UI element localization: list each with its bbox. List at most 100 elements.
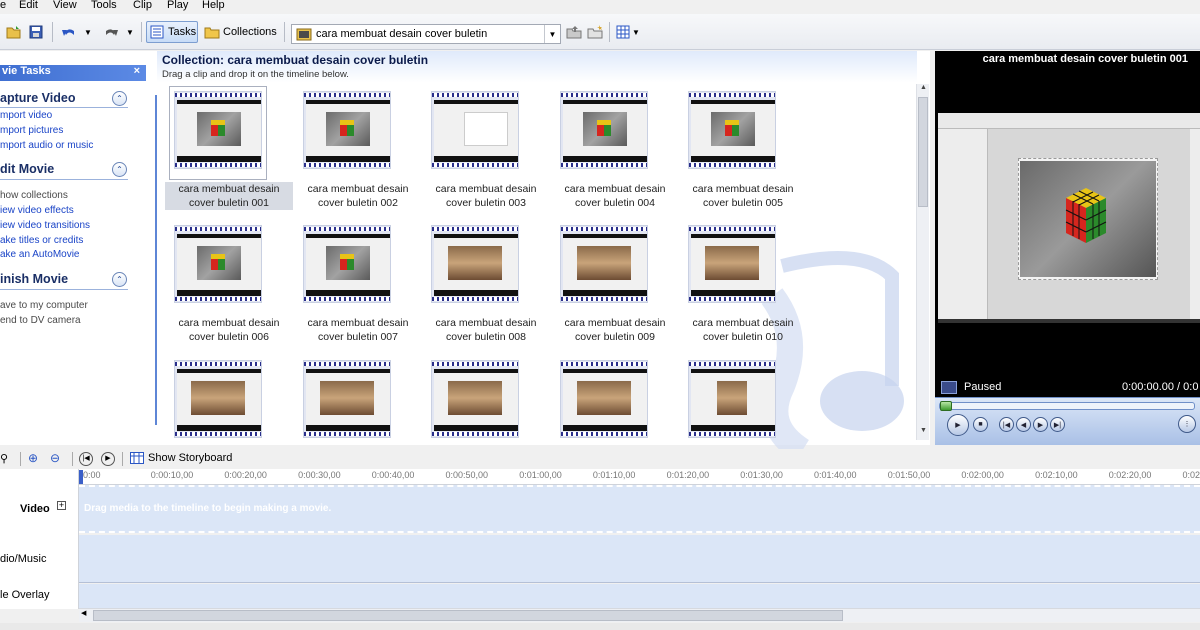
clip-thumbnail[interactable]	[169, 86, 267, 180]
link-view-transitions[interactable]: iew video transitions	[0, 220, 90, 231]
clip-caption[interactable]: cara membuat desain cover buletin 004	[551, 182, 679, 210]
clip-caption-line2: cover buletin 008	[446, 331, 526, 343]
seek-thumb[interactable]	[940, 401, 952, 411]
save-project-button[interactable]	[28, 22, 44, 42]
clip-thumbnail[interactable]	[686, 223, 778, 313]
clip-caption[interactable]: cara membuat desain cover buletin 008	[422, 316, 550, 344]
new-collection-folder-button[interactable]	[587, 22, 603, 42]
clip-caption[interactable]: cara membuat desain cover buletin 009	[551, 316, 679, 344]
clip-caption[interactable]: cara membuat desain cover buletin 002	[294, 182, 422, 210]
menu-file[interactable]: e	[0, 0, 6, 11]
clip-caption[interactable]: cara membuat desain cover buletin 010	[679, 316, 807, 344]
views-dropdown-icon[interactable]: ▼	[632, 28, 640, 37]
video-track[interactable]: Drag media to the timeline to begin maki…	[79, 485, 1200, 533]
play-timeline-icon[interactable]: ▶	[101, 452, 115, 466]
clip-thumbnail[interactable]	[429, 223, 521, 313]
clip-caption[interactable]: cara membuat desain cover buletin 006	[165, 316, 293, 344]
zoom-out-icon[interactable]: ⊖	[50, 451, 60, 465]
collections-folder-icon	[204, 27, 220, 39]
audio-music-track[interactable]	[79, 535, 1200, 583]
menu-help[interactable]: Help	[202, 0, 225, 11]
scroll-down-icon[interactable]: ▼	[917, 427, 930, 439]
up-one-level-button[interactable]	[566, 22, 582, 42]
collection-select[interactable]: cara membuat desain cover buletin ▼	[291, 24, 561, 44]
pin-icon[interactable]: ⚲	[0, 452, 8, 465]
clip-thumbnail[interactable]	[686, 89, 778, 179]
clip-caption[interactable]: cara membuat desain cover buletin 007	[294, 316, 422, 344]
redo-button[interactable]: ▼	[102, 22, 134, 42]
forward-button[interactable]: ▶	[1033, 417, 1048, 432]
link-send-to-dv[interactable]: end to DV camera	[0, 315, 81, 326]
redo-icon	[106, 29, 118, 36]
stop-button[interactable]: ■	[973, 417, 988, 432]
menu-view[interactable]: View	[53, 0, 77, 11]
menu-tools[interactable]: Tools	[91, 0, 117, 11]
previous-frame-button[interactable]: |◀	[999, 417, 1014, 432]
redo-dropdown-icon[interactable]: ▼	[126, 28, 134, 37]
clip-thumbnail[interactable]	[301, 223, 393, 313]
undo-dropdown-icon[interactable]: ▼	[84, 28, 92, 37]
clip-thumbnail[interactable]	[429, 89, 521, 179]
title-overlay-track[interactable]	[79, 584, 1200, 608]
link-make-titles[interactable]: ake titles or credits	[0, 235, 83, 246]
timeline-ruler[interactable]: 0:00 0:00:10,00 0:00:20,00 0:00:30,00 0:00:4…	[79, 469, 1200, 485]
playback-time: 0:00:00.00 / 0:0	[1122, 381, 1199, 393]
link-import-video[interactable]: mport video	[0, 110, 52, 121]
timeline-scrollbar[interactable]: ◀	[79, 608, 1200, 622]
play-button[interactable]: ▶	[947, 414, 969, 436]
collection-scrollbar[interactable]: ▲ ▼	[916, 84, 929, 440]
clip-thumbnail[interactable]	[558, 89, 650, 179]
clip-caption-line1: cara membuat desain	[435, 317, 537, 329]
scroll-thumb[interactable]	[918, 97, 928, 207]
link-import-audio[interactable]: mport audio or music	[0, 140, 93, 151]
collection-icon	[296, 28, 312, 41]
clip-thumbnail[interactable]	[172, 358, 264, 448]
clip-thumbnail[interactable]	[558, 358, 650, 448]
back-button[interactable]: ◀	[1016, 417, 1031, 432]
scroll-left-icon[interactable]: ◀	[81, 609, 86, 617]
split-clip-button[interactable]: ⋮	[1178, 415, 1196, 433]
menu-edit[interactable]: Edit	[19, 0, 38, 11]
link-import-pictures[interactable]: mport pictures	[0, 125, 63, 136]
clip-caption[interactable]: cara membuat desain cover buletin 005	[679, 182, 807, 210]
clip-thumbnail[interactable]	[558, 223, 650, 313]
undo-button[interactable]: ▼	[60, 22, 92, 42]
scroll-up-icon[interactable]: ▲	[917, 84, 930, 96]
collections-button[interactable]: Collections	[204, 22, 277, 42]
ruler-tick-label: 0:02:20,00	[1108, 470, 1152, 480]
ruler-tick-label: 0:00:40,00	[371, 470, 415, 480]
clip-caption[interactable]: cara membuat desain cover buletin 001	[165, 182, 293, 210]
link-show-collections[interactable]: how collections	[0, 190, 68, 201]
collapse-edit-icon[interactable]: ⌃	[112, 162, 127, 177]
rewind-timeline-icon[interactable]: |◀	[79, 452, 93, 466]
collapse-capture-icon[interactable]: ⌃	[112, 91, 127, 106]
section-edit-movie[interactable]: dit Movie	[0, 162, 54, 176]
playhead-marker[interactable]	[79, 470, 83, 484]
next-frame-button[interactable]: ▶|	[1050, 417, 1065, 432]
zoom-in-icon[interactable]: ⊕	[28, 451, 38, 465]
ruler-tick-label: 0:02:00,00	[961, 470, 1004, 480]
expand-video-track-icon[interactable]: +	[57, 501, 66, 510]
link-save-to-computer[interactable]: ave to my computer	[0, 300, 88, 311]
clip-thumbnail[interactable]	[301, 358, 393, 448]
menu-clip[interactable]: Clip	[133, 0, 152, 11]
menu-play[interactable]: Play	[167, 0, 188, 11]
chevron-down-icon[interactable]: ▼	[544, 25, 560, 43]
section-capture-video[interactable]: apture Video	[0, 91, 75, 105]
clip-caption[interactable]: cara membuat desain cover buletin 003	[422, 182, 550, 210]
timeline-scroll-thumb[interactable]	[93, 610, 843, 621]
close-icon[interactable]: ×	[134, 65, 140, 77]
clip-thumbnail[interactable]	[301, 89, 393, 179]
show-storyboard-button[interactable]: Show Storyboard	[130, 452, 232, 464]
collapse-finish-icon[interactable]: ⌃	[112, 272, 127, 287]
clip-thumbnail[interactable]	[429, 358, 521, 448]
seek-bar[interactable]	[939, 401, 1195, 411]
link-make-automovie[interactable]: ake an AutoMovie	[0, 249, 80, 260]
section-finish-movie[interactable]: inish Movie	[0, 272, 68, 286]
views-button[interactable]: ▼	[616, 22, 640, 42]
tasks-button[interactable]: Tasks	[146, 21, 198, 43]
open-project-button[interactable]	[6, 22, 22, 42]
clip-thumbnail[interactable]	[172, 223, 264, 313]
link-view-effects[interactable]: iew video effects	[0, 205, 74, 216]
clip-thumbnail[interactable]	[686, 358, 778, 448]
